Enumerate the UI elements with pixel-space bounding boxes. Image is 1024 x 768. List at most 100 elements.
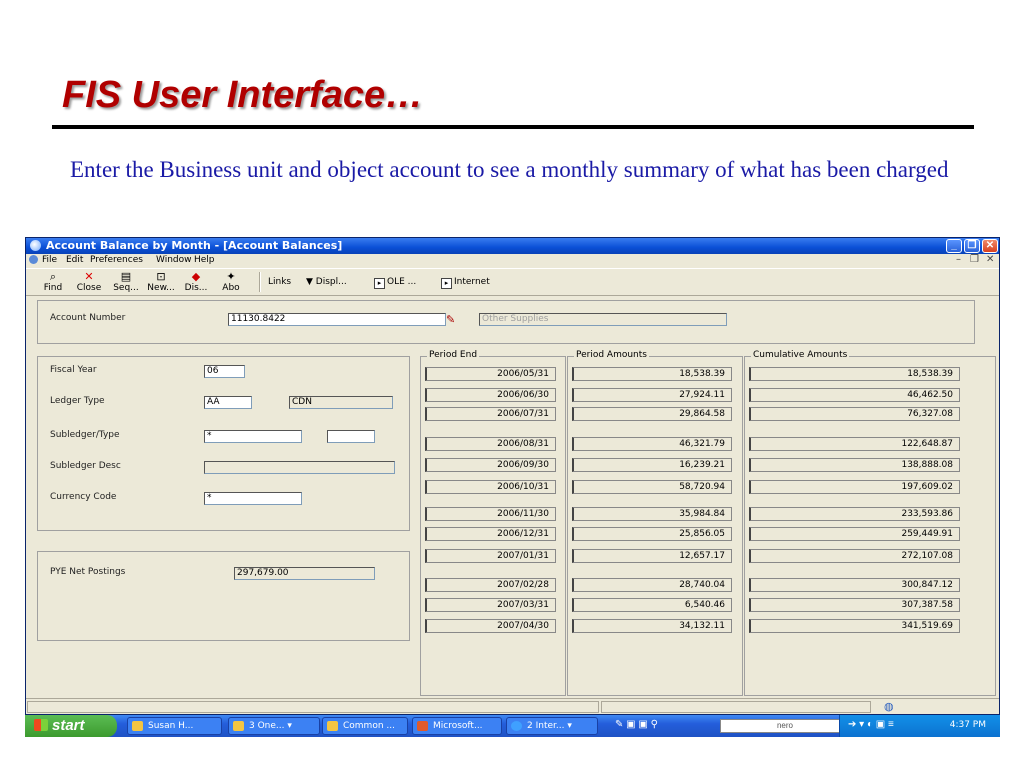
tray-icons[interactable]: ➔ ▾ ◐ ▣ ≡ — [848, 719, 894, 730]
clock: 4:37 PM — [949, 720, 986, 730]
windows-flag-icon — [34, 719, 48, 731]
app-window: Account Balance by Month - [Account Bala… — [25, 237, 1000, 715]
fiscal-year-label: Fiscal Year — [50, 365, 97, 375]
sequence-icon: ▤ — [120, 270, 132, 283]
ledger-type-input[interactable]: AA — [204, 396, 252, 409]
toolbar-separator — [259, 272, 261, 292]
subledger-input[interactable]: * — [204, 430, 302, 443]
quicklaunch-icons[interactable]: ✎ ▣ ▣ ⚲ — [615, 719, 658, 730]
window-close-button[interactable]: ✕ — [982, 239, 998, 253]
cumulative-amount-cell: 233,593.86 — [749, 507, 960, 521]
account-header-panel: Account Number 11130.8422 ✎ Other Suppli… — [37, 300, 975, 344]
mdi-close-icon[interactable]: ✕ — [986, 254, 994, 265]
period-amount-cell: 35,984.84 — [572, 507, 732, 521]
period-amount-cell: 12,657.17 — [572, 549, 732, 563]
cumulative-amount-cell: 272,107.08 — [749, 549, 960, 563]
nero-search-bar[interactable]: nero — [720, 719, 850, 733]
period-amounts-column: Period Amounts 18,538.39 27,924.11 29,864.… — [567, 350, 743, 696]
slide-title: FIS User Interface… — [62, 74, 424, 116]
subledger-type-input[interactable] — [327, 430, 375, 443]
mdi-restore-icon[interactable]: ❐ — [970, 254, 979, 265]
status-segment-secondary — [601, 701, 871, 713]
pye-net-postings-label: PYE Net Postings — [50, 567, 126, 577]
powerpoint-icon — [417, 721, 428, 731]
subledger-desc-field — [204, 461, 395, 474]
cumulative-amount-cell: 341,519.69 — [749, 619, 960, 633]
account-description-field: Other Supplies — [479, 313, 727, 326]
period-amount-cell: 18,538.39 — [572, 367, 732, 381]
account-number-label: Account Number — [50, 313, 126, 323]
period-end-cell: 2007/03/31 — [425, 598, 556, 612]
ledger-currency-field: CDN — [289, 396, 393, 409]
period-amount-cell: 29,864.58 — [572, 407, 732, 421]
menu-preferences[interactable]: Preferences — [90, 255, 143, 265]
display-button[interactable]: ◆ Dis... — [181, 271, 211, 294]
system-tray: ➔ ▾ ◐ ▣ ≡ 4:37 PM — [839, 715, 1000, 737]
subledger-type-label: Subledger/Type — [50, 430, 120, 440]
new-button[interactable]: ⊡ New... — [146, 270, 176, 294]
period-end-header: Period End — [427, 350, 480, 360]
period-amount-cell: 34,132.11 — [572, 619, 732, 633]
cumulative-amount-cell: 18,538.39 — [749, 367, 960, 381]
menu-window[interactable]: Window — [156, 255, 192, 265]
sequence-button[interactable]: ▤ Seq... — [111, 270, 141, 294]
maximize-button[interactable]: ❐ — [964, 239, 980, 253]
status-bar: ◍ — [26, 698, 999, 715]
window-title: Account Balance by Month - [Account Bala… — [46, 239, 343, 252]
new-icon: ⊡ — [156, 270, 166, 283]
cumulative-amount-cell: 259,449.91 — [749, 527, 960, 541]
internet-explorer-icon — [511, 721, 522, 731]
period-end-cell: 2006/06/30 — [425, 388, 556, 402]
taskbar-item[interactable]: Susan H... — [127, 717, 222, 735]
fiscal-year-input[interactable]: 06 — [204, 365, 245, 378]
links-menu[interactable]: Links — [268, 277, 291, 287]
displ-menu[interactable]: ▼ Displ... — [306, 277, 347, 287]
menu-file[interactable]: File — [42, 255, 57, 265]
mdi-minimize-icon[interactable]: – — [956, 254, 961, 265]
folder-icon — [233, 721, 244, 731]
status-segment-main — [27, 701, 599, 713]
account-number-input[interactable]: 11130.8422 — [228, 313, 446, 326]
period-amount-cell: 46,321.79 — [572, 437, 732, 451]
period-amount-cell: 25,856.05 — [572, 527, 732, 541]
start-button[interactable]: start — [25, 715, 117, 737]
currency-code-label: Currency Code — [50, 492, 117, 502]
currency-code-input[interactable]: * — [204, 492, 302, 505]
menu-help[interactable]: Help — [194, 255, 215, 265]
period-amount-cell: 27,924.11 — [572, 388, 732, 402]
minimize-button[interactable]: _ — [946, 239, 962, 253]
cumulative-amount-cell: 197,609.02 — [749, 480, 960, 494]
cumulative-amount-cell: 138,888.08 — [749, 458, 960, 472]
taskbar-item[interactable]: Common ... — [322, 717, 408, 735]
cumulative-amount-cell: 76,327.08 — [749, 407, 960, 421]
period-amounts-header: Period Amounts — [574, 350, 649, 360]
cumulative-amount-cell: 300,847.12 — [749, 578, 960, 592]
find-button[interactable]: ⌕ Find — [38, 270, 68, 294]
cumulative-amount-cell: 307,387.58 — [749, 598, 960, 612]
subledger-desc-label: Subledger Desc — [50, 461, 121, 471]
slide-subtitle: Enter the Business unit and object accou… — [70, 157, 949, 182]
ledger-type-label: Ledger Type — [50, 396, 105, 406]
taskbar-item[interactable]: 2 Inter... ▾ — [506, 717, 598, 735]
taskbar-item[interactable]: Microsoft... — [412, 717, 502, 735]
menu-bar: File Edit Preferences Window Help – ❐ ✕ — [26, 254, 999, 267]
period-end-cell: 2006/07/31 — [425, 407, 556, 421]
visual-assist-icon[interactable]: ✎ — [446, 313, 466, 326]
period-amount-cell: 6,540.46 — [572, 598, 732, 612]
ole-link[interactable]: ▸ OLE ... — [374, 277, 416, 289]
period-end-cell: 2006/09/30 — [425, 458, 556, 472]
close-icon: ✕ — [84, 270, 94, 283]
period-end-cell: 2006/11/30 — [425, 507, 556, 521]
internet-link[interactable]: ▸ Internet — [441, 277, 490, 289]
status-globe-icon: ◍ — [884, 701, 894, 713]
find-icon: ⌕ — [49, 270, 57, 283]
period-end-cell: 2006/08/31 — [425, 437, 556, 451]
toolbar: ⌕ Find ✕ Close ▤ Seq... ⊡ New... ◆ Dis..… — [26, 268, 999, 296]
about-button[interactable]: ✦ Abo — [216, 270, 246, 294]
about-icon: ✦ — [226, 270, 236, 283]
taskbar-item[interactable]: 3 One... ▾ — [228, 717, 320, 735]
window-titlebar[interactable]: Account Balance by Month - [Account Bala… — [26, 238, 999, 254]
menu-edit[interactable]: Edit — [66, 255, 83, 265]
ole-icon: ▸ — [374, 278, 385, 289]
close-button[interactable]: ✕ Close — [74, 270, 104, 294]
